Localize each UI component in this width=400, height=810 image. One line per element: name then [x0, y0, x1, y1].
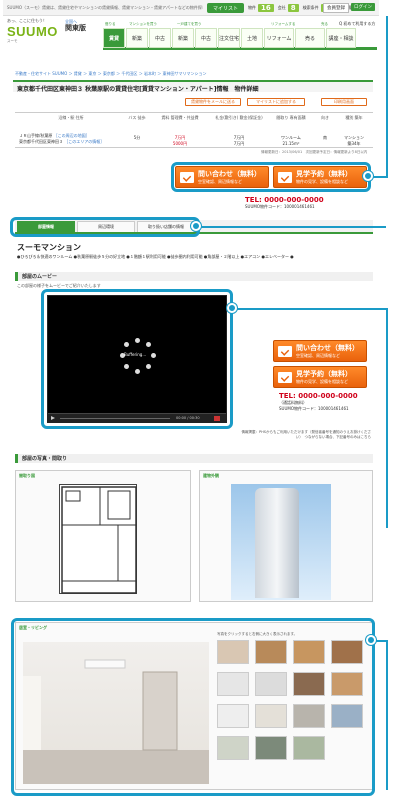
col-direction: 向き — [321, 115, 329, 120]
mylist-count-companies[interactable]: 会社 8 — [278, 4, 299, 12]
age: 築34年 — [347, 141, 361, 146]
callout-dot-1 — [363, 171, 373, 181]
callout-frame-cta — [171, 162, 371, 192]
deposit-value: 7万円 7万円 — [211, 135, 267, 147]
callout-line-1 — [386, 16, 388, 176]
suumo-logo[interactable]: あっ、ここに住もう！ SUUMO スーモ — [7, 18, 65, 43]
walk-value: 5分 — [133, 135, 141, 140]
property-features: ●ひろびろ＆快適のワンルーム ●秋葉原駅徒歩５分の好立地 ●１階額１駅利用可能 … — [17, 254, 294, 259]
visit-label-side: 見学予約（無料） — [296, 370, 352, 378]
page-title-bar: 東京都千代田区東神田３ 秋葉原駅の賃貸住宅[賃貸マンション・アパート]情報 物件… — [13, 80, 373, 93]
nav-tab-new-house[interactable]: 新築 — [172, 28, 194, 48]
nav-tab-new-mansion[interactable]: 新築 — [126, 28, 148, 48]
address-text: 東京都千代田区東神田３ — [19, 139, 63, 144]
site-tagline: SUUMO（スーモ）賃貸は、賃貸住宅やマンションの賃貸情報、賃貸マンション・賃貸… — [7, 5, 203, 10]
floorplan-label: 間取り図 — [19, 473, 35, 478]
floorplan-image[interactable] — [59, 484, 137, 594]
inquiry-label-side: 問い合わせ（無料） — [296, 344, 359, 352]
property-summary-table: 沿線・駅 住所 バス 徒歩 賃料 管理費・共益費 礼金(敷引き) 敷金(保証金)… — [15, 112, 373, 148]
exterior-label: 建物外観 — [203, 473, 219, 478]
nav-tab-reform[interactable]: リフォーム — [264, 28, 294, 48]
layout-value: ワンルーム 21.15m² — [271, 135, 311, 146]
register-button[interactable]: 会員登録 — [323, 3, 349, 13]
map-link[interactable]: ［この周辺の地図］ — [54, 133, 90, 138]
top-bar: SUUMO（スーモ）賃貸は、賃貸住宅やマンションの賃貸情報、賃貸マンション・賃貸… — [3, 0, 379, 16]
col-walk: バス 徒歩 — [128, 115, 146, 120]
property-code-side: SUUMO物件コード：100001461461 — [279, 406, 349, 411]
station-text: ＪＲ山手線/秋葉原 — [19, 133, 53, 138]
inquiry-sub-side: 空室確認、周辺情報など — [296, 353, 340, 358]
callout-line-3v — [386, 308, 388, 528]
property-name: スーモマンション — [17, 243, 81, 252]
mylist-count-properties[interactable]: 物件 16 — [248, 4, 274, 12]
nav-tab-custom-house[interactable]: 注文住宅 — [218, 28, 240, 48]
callout-dot-4 — [366, 635, 376, 645]
tel-number-top: TEL: 0000-000-0000 — [245, 196, 324, 204]
nav-tab-sell[interactable]: 売る — [295, 28, 325, 48]
direction-value: 南 — [323, 135, 327, 140]
callout-dot-3 — [227, 303, 237, 313]
fee-amount: 5000円 — [172, 141, 188, 146]
building-tower — [255, 488, 299, 598]
region-label: 関東版 — [65, 24, 86, 32]
col-station: 沿線・駅 住所 — [58, 115, 84, 120]
station-address: ＪＲ山手線/秋葉原 ［この周辺の地図］ 東京都千代田区東神田３ ［このエリアの情… — [19, 133, 129, 145]
breadcrumb[interactable]: 不動産・住宅サイト SUUMO ＞ 賃貸 ＞ 東京 ＞ 東京都 ＞ 千代田区 ＞… — [15, 71, 207, 77]
col-layout: 間取り 専有面積 — [276, 115, 306, 120]
calendar-icon-side — [278, 371, 292, 383]
rent-value: 7万円 5000円 — [155, 135, 205, 147]
area: 21.15m² — [282, 141, 300, 146]
callout-line-3h — [232, 308, 386, 310]
visit-button-side[interactable]: 見学予約（無料） 物件の見学、設備を相談など — [273, 366, 367, 388]
print-button[interactable]: 印刷用画面 — [321, 98, 367, 106]
property-code-top: SUUMO物件コード：100001461461 — [245, 204, 315, 209]
email-property-button[interactable]: 賃貸物件をメールに送る — [185, 98, 241, 106]
updated-note: 情報更新日：2013/06/01 次回更新予定日：情報更新より8日以内 — [261, 150, 368, 154]
login-button[interactable]: ログイン — [351, 3, 375, 11]
page-title: 東京都千代田区東神田３ 秋葉原駅の賃貸住宅[賃貸マンション・アパート]情報 物件… — [17, 86, 259, 93]
logo-name: SUUMO — [7, 24, 58, 39]
inquiry-button-side[interactable]: 問い合わせ（無料） 空室確認、周辺情報など — [273, 340, 367, 362]
mylist-button[interactable]: マイリスト — [207, 3, 245, 13]
col-deposit: 礼金(敷引き) 敷金(保証金) — [215, 115, 263, 120]
nav-tab-used-mansion[interactable]: 中古 — [149, 28, 171, 48]
col-type: 種別 築年 — [345, 115, 363, 120]
callout-line-4v — [386, 640, 388, 790]
nav-group-sell: 売る — [321, 22, 328, 26]
type-value: マンション 築34年 — [337, 135, 371, 147]
callout-frame-video — [41, 289, 233, 429]
nav-group-rent: 借りる — [105, 22, 116, 26]
callout-frame-photos — [11, 618, 375, 796]
deposit: 7万円 — [233, 141, 245, 146]
nav-tab-land[interactable]: 土地 — [241, 28, 263, 48]
callout-dot-2 — [191, 221, 201, 231]
global-nav: 借りる マンションを買う 一戸建てを買う リフォームする 売る 賃貸 新築 中古… — [103, 22, 377, 50]
movie-section-heading: 部屋のムービー — [15, 272, 373, 281]
mail-icon-side — [278, 345, 292, 357]
nav-group-reform: リフォームする — [271, 22, 296, 26]
area-info-link[interactable]: ［このエリアの情報］ — [64, 139, 104, 144]
tel-number-side: TEL: 0000-000-0000 — [279, 392, 358, 400]
nav-group-buy-mansion: マンションを買う — [129, 22, 157, 26]
nav-tab-rent[interactable]: 賃貸 — [103, 28, 125, 48]
nav-tab-seminar[interactable]: 講座・相談 — [326, 28, 356, 48]
nav-tab-used-house[interactable]: 中古 — [195, 28, 217, 48]
visit-sub-side: 物件の見学、設備を相談など — [296, 379, 348, 384]
phs-notice: 情報掲載：PHSからもご利用いただけます（発信者番号を通知のうえお掛けください）… — [241, 430, 371, 439]
col-rent: 賃料 管理費・共益費 — [161, 115, 199, 120]
callout-line-2 — [196, 226, 386, 228]
callout-frame-tabs — [10, 217, 200, 237]
nav-group-buy-house: 一戸建てを買う — [177, 22, 202, 26]
photos-section-heading: 部屋の写真・間取り — [15, 454, 373, 463]
floorplan-drawing — [61, 486, 137, 594]
page: SUUMO（スーモ）賃貸は、賃貸住宅やマンションの賃貸情報、賃貸マンション・賃貸… — [3, 0, 379, 810]
tel-block-side: TEL: 0000-000-0000 （通話料無料） SUUMO物件コード：10… — [279, 392, 358, 412]
tel-block-top: TEL: 0000-000-0000 SUUMO物件コード：1000014614… — [245, 196, 324, 210]
add-mylist-button[interactable]: マイリストに追加する — [247, 98, 305, 106]
logo-sub: スーモ — [7, 39, 18, 43]
